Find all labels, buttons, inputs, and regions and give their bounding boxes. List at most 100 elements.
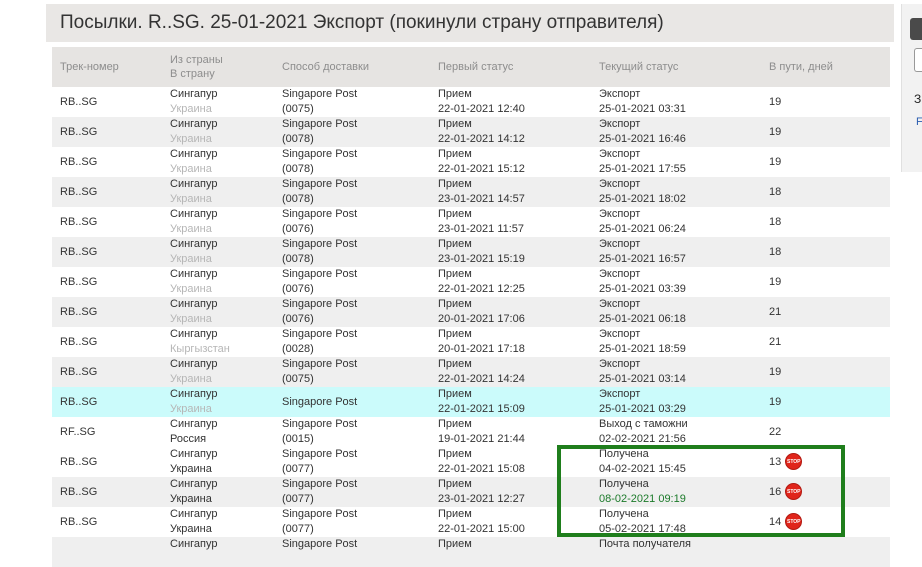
first-status: Прием	[438, 328, 472, 340]
sidebar-button[interactable]	[914, 48, 922, 72]
from-country: Сингапур	[170, 298, 218, 310]
header-first-status: Первый статус	[438, 61, 514, 73]
first-status: Прием	[438, 508, 472, 520]
current-status-date: 25-01-2021 06:24	[599, 223, 686, 235]
first-status: Прием	[438, 238, 472, 250]
first-status-date: 22-01-2021 15:00	[438, 523, 525, 535]
sidebar-link[interactable]: F	[916, 116, 922, 128]
delivery-method: Singapore Post	[282, 448, 358, 460]
track-number[interactable]: RB..SG	[60, 185, 97, 200]
track-number[interactable]: RB..SG	[60, 155, 97, 170]
current-status: Выход с таможни	[599, 418, 688, 430]
sidebar-text: З	[914, 92, 922, 106]
track-number[interactable]: RB..SG	[60, 335, 97, 350]
track-number[interactable]: RB..SG	[60, 365, 97, 380]
track-number[interactable]: RB..SG	[60, 95, 97, 110]
first-status: Прием	[438, 268, 472, 280]
current-status: Экспорт	[599, 388, 641, 400]
delivery-code: (0077)	[282, 493, 314, 505]
table-row[interactable]: RB..SG Сингапур Украина Singapore Post (00…	[52, 267, 890, 297]
header-from: Из страны	[170, 54, 223, 66]
current-status-date: 25-01-2021 03:29	[599, 403, 686, 415]
track-number[interactable]: RB..SG	[60, 395, 97, 410]
first-status: Прием	[438, 358, 472, 370]
table-row[interactable]: RB..SG Сингапур Украина Singapore Post (00…	[52, 117, 890, 147]
days-in-transit: 19	[769, 96, 782, 108]
table-row[interactable]: RB..SG Сингапур Украина Singapore Post (00…	[52, 207, 890, 237]
track-number[interactable]: RB..SG	[60, 215, 97, 230]
first-status-date: 22-01-2021 15:08	[438, 463, 525, 475]
table-row[interactable]: RB..SG Сингапур Украина Singapore Post (00…	[52, 177, 890, 207]
first-status-date: 19-01-2021 21:44	[438, 433, 525, 445]
to-country: Украина	[170, 193, 212, 205]
from-country: Сингапур	[170, 358, 218, 370]
track-number[interactable]: RB..SG	[60, 125, 97, 140]
to-country: Кыргызстан	[170, 343, 230, 355]
first-status: Прием	[438, 298, 472, 310]
days-in-transit: 18	[769, 216, 782, 228]
first-status-date: 22-01-2021 15:09	[438, 403, 525, 415]
delivery-method: Singapore Post	[282, 118, 358, 130]
current-status: Экспорт	[599, 118, 641, 130]
to-country: Украина	[170, 403, 212, 415]
track-number[interactable]: RB..SG	[60, 515, 97, 530]
delivery-code: (0028)	[282, 343, 314, 355]
from-country: Сингапур	[170, 478, 218, 490]
first-status-date: 22-01-2021 14:12	[438, 133, 525, 145]
track-number[interactable]: RB..SG	[60, 485, 97, 500]
table-row[interactable]: RB..SG Сингапур Украина Singapore Post (00…	[52, 87, 890, 117]
first-status-date: 20-01-2021 17:06	[438, 313, 525, 325]
days-in-transit: 22	[769, 426, 782, 438]
delivery-method: Singapore Post	[282, 478, 358, 490]
current-status: Экспорт	[599, 178, 641, 190]
delivery-method: Singapore Post	[282, 396, 358, 408]
days-in-transit: 19	[769, 276, 782, 288]
current-status-date: 25-01-2021 18:59	[599, 343, 686, 355]
days-in-transit: 21	[769, 336, 782, 348]
sidebar-dark-button[interactable]	[910, 18, 922, 40]
table-row[interactable]: RB..SG Сингапур Украина Singapore Post (00…	[52, 297, 890, 327]
current-status-date: 25-01-2021 03:31	[599, 103, 686, 115]
from-country: Сингапур	[170, 508, 218, 520]
page-title: Посылки. R..SG. 25-01-2021 Экспорт (поки…	[46, 4, 894, 42]
to-country: Россия	[170, 433, 207, 445]
current-status: Экспорт	[599, 208, 641, 220]
track-number[interactable]: RB..SG	[60, 275, 97, 290]
table-row[interactable]: RB..SG Сингапур Украина Singapore Post (00…	[52, 237, 890, 267]
days-in-transit: 18	[769, 246, 782, 258]
track-number[interactable]: RB..SG	[60, 305, 97, 320]
highlight-box	[557, 445, 845, 537]
table-row[interactable]: RB..SG Сингапур Украина Singapore Post (00…	[52, 147, 890, 177]
first-status: Прием	[438, 418, 472, 430]
current-status-date: 25-01-2021 16:46	[599, 133, 686, 145]
current-status: Экспорт	[599, 298, 641, 310]
table-row[interactable]: RF..SG Сингапур Россия Singapore Post (001…	[52, 417, 890, 447]
from-country: Сингапур	[170, 388, 218, 400]
delivery-code: (0075)	[282, 373, 314, 385]
delivery-method: Singapore Post	[282, 208, 358, 220]
current-status-date: 25-01-2021 06:18	[599, 313, 686, 325]
track-number[interactable]: RB..SG	[60, 455, 97, 470]
to-country: Украина	[170, 163, 212, 175]
track-number[interactable]: RB..SG	[60, 245, 97, 260]
table-row-highlighted[interactable]: RB..SG Сингапур Украина Singapore Post Пр…	[52, 387, 890, 417]
first-status-date: 22-01-2021 12:25	[438, 283, 525, 295]
days-in-transit: 19	[769, 366, 782, 378]
to-country: Украина	[170, 463, 212, 475]
header-days: В пути, дней	[769, 61, 833, 73]
delivery-method: Singapore Post	[282, 148, 358, 160]
header-to: В страну	[170, 68, 215, 80]
table-row[interactable]: RB..SG Сингапур Украина Singapore Post (00…	[52, 357, 890, 387]
track-number[interactable]: RF..SG	[60, 425, 95, 440]
table-row-partial[interactable]: Сингапур Singapore Post Прием Почта полу…	[52, 537, 890, 567]
current-status: Почта получателя	[599, 538, 692, 550]
header-delivery: Способ доставки	[282, 61, 369, 73]
first-status: Прием	[438, 178, 472, 190]
table-row[interactable]: RB..SG Сингапур Кыргызстан Singapore Post…	[52, 327, 890, 357]
days-in-transit: 19	[769, 156, 782, 168]
first-status-date: 23-01-2021 11:57	[438, 223, 525, 235]
to-country: Украина	[170, 223, 212, 235]
from-country: Сингапур	[170, 118, 218, 130]
delivery-code: (0076)	[282, 313, 314, 325]
delivery-code: (0078)	[282, 163, 314, 175]
